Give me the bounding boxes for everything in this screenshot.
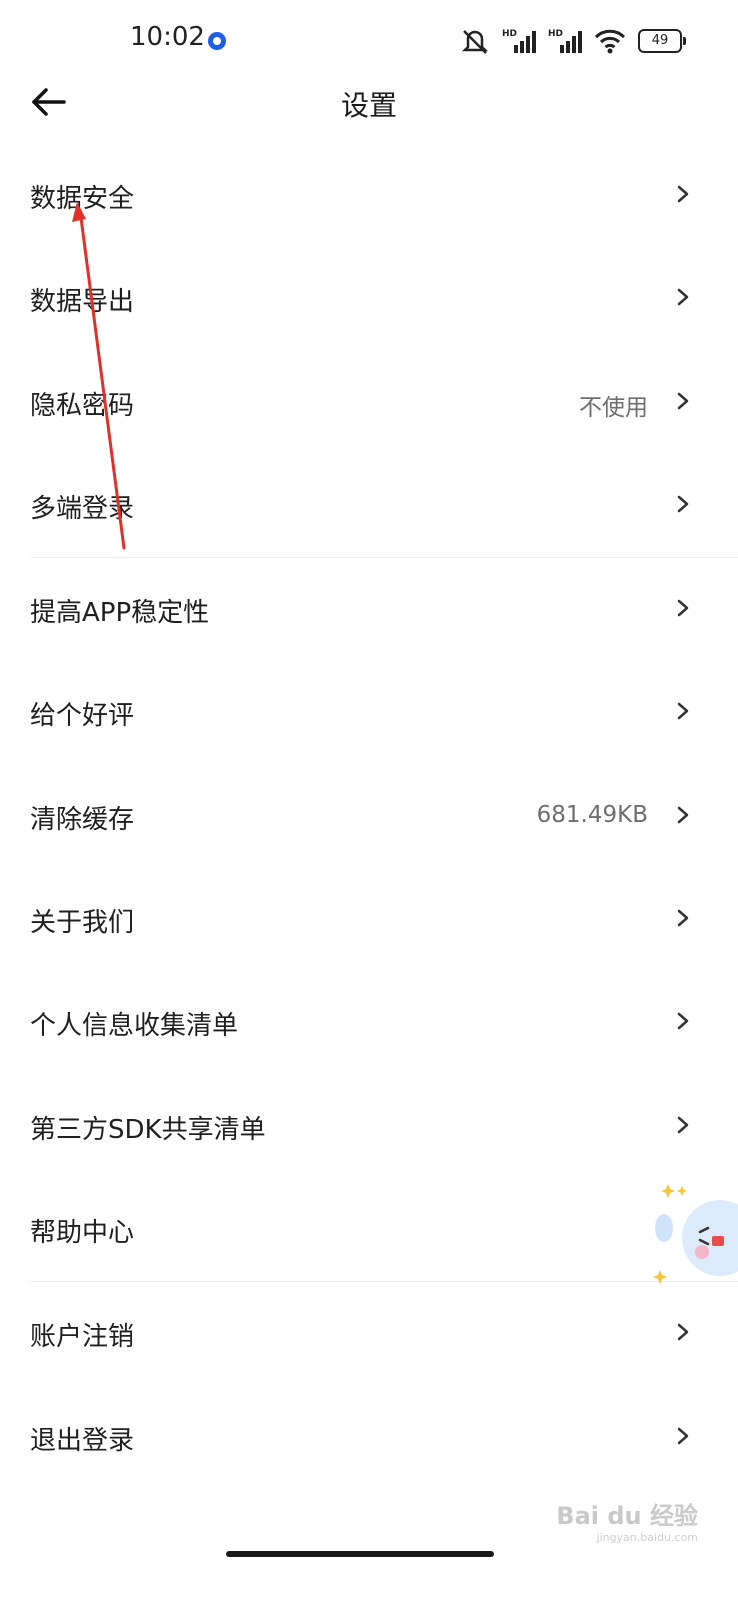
setting-help-center[interactable]: 帮助中心 <box>0 1178 738 1281</box>
setting-value: 不使用 <box>579 394 648 421</box>
setting-data-export[interactable]: 数据导出 <box>0 247 738 350</box>
chevron-right-icon <box>677 392 689 409</box>
setting-label: 多端登录 <box>30 493 135 524</box>
setting-label: 帮助中心 <box>30 1217 135 1248</box>
setting-clear-cache[interactable]: 清除缓存 681.49KB <box>0 765 738 868</box>
setting-label: 关于我们 <box>30 908 135 939</box>
chevron-right-icon <box>677 1116 689 1133</box>
chevron-right-icon <box>677 289 689 306</box>
watermark-brand: Bai du 经验 <box>556 1502 698 1530</box>
chevron-right-icon <box>677 703 689 720</box>
nav-header: 设置 <box>0 72 738 132</box>
hd-label: HD <box>548 29 563 39</box>
setting-label: 第三方SDK共享清单 <box>30 1114 266 1145</box>
floating-mascot-icon[interactable] <box>650 1180 738 1290</box>
setting-improve-stability[interactable]: 提高APP稳定性 <box>0 558 738 661</box>
setting-data-security[interactable]: 数据安全 <box>0 144 738 247</box>
setting-value: 681.49KB <box>536 801 648 828</box>
setting-label: 清除缓存 <box>30 804 135 835</box>
setting-label: 提高APP稳定性 <box>30 598 210 629</box>
watermark: Bai du 经验 jingyan.baidu.com <box>556 1496 698 1544</box>
setting-label: 退出登录 <box>30 1425 135 1456</box>
chevron-right-icon <box>677 495 689 513</box>
setting-multi-device-login[interactable]: 多端登录 <box>0 454 738 557</box>
setting-label: 数据安全 <box>30 184 135 214</box>
chevron-right-icon <box>677 909 689 927</box>
chevron-right-icon <box>677 806 689 824</box>
setting-logout[interactable]: 退出登录 <box>0 1386 738 1489</box>
signal-icon-2: HD <box>548 29 582 53</box>
home-indicator[interactable] <box>226 1551 494 1557</box>
setting-label: 个人信息收集清单 <box>30 1011 239 1042</box>
setting-delete-account[interactable]: 账户注销 <box>0 1282 738 1385</box>
status-time: 10:02 <box>130 22 205 52</box>
setting-label: 给个好评 <box>30 701 135 732</box>
setting-label: 数据导出 <box>30 287 135 318</box>
setting-rate-us[interactable]: 给个好评 <box>0 661 738 764</box>
wifi-icon <box>594 29 626 54</box>
app-notification-icon <box>208 32 226 50</box>
setting-about-us[interactable]: 关于我们 <box>0 868 738 971</box>
chevron-right-icon <box>677 1324 689 1341</box>
chevron-right-icon <box>677 1427 689 1444</box>
setting-label: 账户注销 <box>30 1322 135 1353</box>
status-icons: HD HD 49 <box>460 26 686 56</box>
watermark-url: jingyan.baidu.com <box>596 1531 698 1544</box>
page-title: 设置 <box>340 89 397 122</box>
battery-icon: 49 <box>638 29 686 53</box>
settings-list: 数据安全 数据导出 隐私密码 不使用 多端登录 提高APP稳定性 给个好评 清除… <box>0 144 738 1489</box>
hd-label: HD <box>502 29 517 39</box>
signal-icon: HD <box>502 29 536 53</box>
setting-label: 隐私密码 <box>30 390 135 421</box>
chevron-right-icon <box>677 185 689 203</box>
setting-privacy-password[interactable]: 隐私密码 不使用 <box>0 351 738 454</box>
setting-third-party-sdk-list[interactable]: 第三方SDK共享清单 <box>0 1075 738 1178</box>
chevron-right-icon <box>677 1013 689 1030</box>
chevron-right-icon <box>677 599 689 617</box>
setting-personal-info-list[interactable]: 个人信息收集清单 <box>0 971 738 1074</box>
mute-bell-icon <box>461 30 489 54</box>
